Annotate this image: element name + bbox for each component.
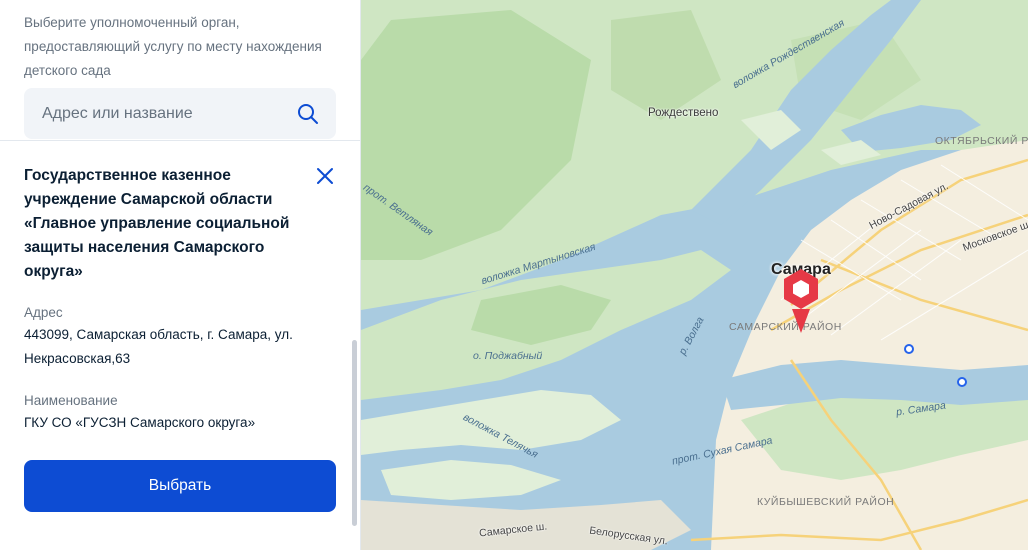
side-panel: Выберите уполномоченный орган, предостав… xyxy=(0,0,361,550)
prompt-text: Выберите уполномоченный орган, предостав… xyxy=(24,15,322,78)
search-box[interactable] xyxy=(24,88,336,139)
name-label: Наименование xyxy=(24,393,118,408)
name-value: ГКУ СО «ГУСЗН Самарского округа» xyxy=(24,415,256,430)
island-label: о. Поджабный xyxy=(473,350,543,362)
map-canvas[interactable] xyxy=(361,0,1028,550)
panel-scrollbar[interactable] xyxy=(352,340,357,526)
search-input[interactable] xyxy=(24,88,294,139)
location-pin-icon[interactable] xyxy=(780,267,822,335)
map-view[interactable]: воложка Рождественская Рождествено ОКТЯБ… xyxy=(361,0,1028,550)
district-label: ОКТЯБРЬСКИЙ РАЙОН xyxy=(935,135,1028,147)
address-value: 443099, Самарская область, г. Самара, ул… xyxy=(24,327,293,366)
org-title: Государственное казенное учреждение Сама… xyxy=(24,167,290,280)
district-label: КУЙБЫШЕВСКИЙ РАЙОН xyxy=(757,496,895,508)
search-icon[interactable] xyxy=(296,102,320,126)
address-label: Адрес xyxy=(24,305,63,320)
divider xyxy=(0,140,360,141)
select-button[interactable]: Выбрать xyxy=(24,460,336,512)
place-label: Рождествено xyxy=(648,107,719,119)
close-icon[interactable] xyxy=(313,164,337,188)
